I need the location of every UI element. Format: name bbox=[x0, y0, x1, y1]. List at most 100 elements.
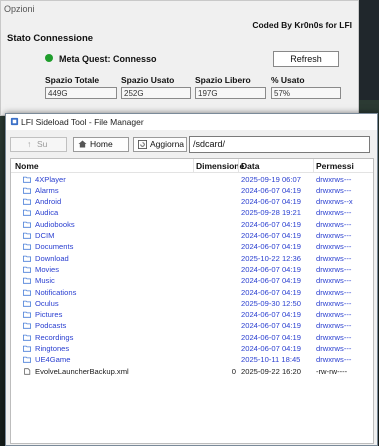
list-item[interactable]: Pictures 2024-06-07 04:19 drwxrws--- bbox=[11, 309, 373, 320]
folder-icon bbox=[23, 277, 31, 284]
options-window: Opzioni Coded By Kr0n0s for LFI Stato Co… bbox=[0, 0, 359, 116]
item-name: Music bbox=[35, 276, 55, 286]
item-date: 2024-06-07 04:19 bbox=[241, 287, 301, 297]
item-permissions: drwxrws--- bbox=[316, 344, 352, 353]
arrow-up-icon: ↑ bbox=[27, 139, 32, 149]
stat-total-space: Spazio Totale 449G bbox=[45, 75, 117, 99]
stat-used-space: Spazio Usato 252G bbox=[121, 75, 191, 99]
item-permissions: drwxrws--- bbox=[316, 276, 352, 286]
item-date: 2024-06-07 04:19 bbox=[241, 242, 301, 252]
up-button[interactable]: ↑ Su bbox=[10, 137, 67, 152]
folder-icon bbox=[23, 311, 31, 318]
list-item[interactable]: Audiobooks 2024-06-07 04:19 drwxrws--- bbox=[11, 219, 373, 230]
list-item[interactable]: DCIM 2024-06-07 04:19 drwxrws--- bbox=[11, 230, 373, 241]
file-list[interactable]: Nome Dimensione Data Permessi 4XPlayer 20… bbox=[10, 158, 374, 444]
status-indicator-icon bbox=[45, 54, 53, 62]
item-permissions: drwxrws--- bbox=[316, 298, 352, 308]
item-date: 2024-06-07 04:19 bbox=[241, 197, 301, 207]
column-header-name[interactable]: Nome bbox=[15, 161, 39, 171]
path-input[interactable]: /sdcard/ bbox=[189, 136, 370, 153]
item-name: Audica bbox=[35, 208, 59, 218]
item-name: Notifications bbox=[35, 287, 77, 297]
folder-icon bbox=[23, 345, 31, 352]
folder-icon bbox=[23, 210, 31, 217]
item-name: Pictures bbox=[35, 310, 63, 320]
folder-icon bbox=[23, 266, 31, 273]
item-permissions: drwxrws--- bbox=[316, 321, 352, 331]
column-header-date[interactable]: Data bbox=[241, 161, 259, 171]
item-name: EvolveLauncherBackup.xml bbox=[35, 366, 129, 376]
item-name: Audiobooks bbox=[35, 219, 75, 229]
window-title: LFI Sideload Tool - File Manager bbox=[21, 117, 144, 127]
item-permissions: drwxrws--- bbox=[316, 231, 352, 240]
list-item[interactable]: Movies 2024-06-07 04:19 drwxrws--- bbox=[11, 264, 373, 275]
file-manager-window: LFI Sideload Tool - File Manager ↑ Su Ho… bbox=[5, 113, 378, 446]
list-item[interactable]: Music 2024-06-07 04:19 drwxrws--- bbox=[11, 275, 373, 286]
item-permissions: drwxrws--- bbox=[316, 332, 352, 342]
item-permissions: drwxrws--- bbox=[316, 242, 352, 252]
item-permissions: drwxrws--- bbox=[316, 174, 352, 184]
item-name: Documents bbox=[35, 242, 74, 252]
folder-icon bbox=[23, 187, 31, 194]
list-item[interactable]: 4XPlayer 2025-09-19 06:07 drwxrws--- bbox=[11, 174, 373, 185]
folder-icon bbox=[23, 334, 31, 341]
list-item[interactable]: Oculus 2025-09-30 12:50 drwxrws--- bbox=[11, 298, 373, 309]
item-name: Alarms bbox=[35, 185, 59, 195]
item-name: Download bbox=[35, 253, 69, 263]
folder-icon bbox=[23, 255, 31, 262]
item-date: 2025-09-22 16:20 bbox=[241, 366, 301, 376]
item-permissions: drwxrws--x bbox=[316, 197, 353, 207]
list-item[interactable]: Documents 2024-06-07 04:19 drwxrws--- bbox=[11, 241, 373, 252]
list-item[interactable]: Download 2025-10-22 12:36 drwxrws--- bbox=[11, 253, 373, 264]
home-button[interactable]: Home bbox=[73, 137, 129, 152]
title-bar[interactable]: LFI Sideload Tool - File Manager bbox=[6, 114, 377, 130]
list-item[interactable]: Podcasts 2024-06-07 04:19 drwxrws--- bbox=[11, 320, 373, 331]
stat-value: 57% bbox=[271, 87, 341, 99]
item-date: 2025-09-30 12:50 bbox=[241, 298, 301, 308]
stat-value: 449G bbox=[45, 87, 117, 99]
folder-icon bbox=[23, 176, 31, 183]
up-button-label: Su bbox=[37, 139, 48, 149]
item-date: 2024-06-07 04:19 bbox=[241, 185, 301, 195]
list-item[interactable]: Recordings 2024-06-07 04:19 drwxrws--- bbox=[11, 332, 373, 343]
item-date: 2024-06-07 04:19 bbox=[241, 219, 301, 229]
column-header-permissions[interactable]: Permessi bbox=[316, 161, 354, 171]
list-item[interactable]: Audica 2025-09-28 19:21 drwxrws--- bbox=[11, 207, 373, 218]
list-item[interactable]: UE4Game 2025-10-11 18:45 drwxrws--- bbox=[11, 354, 373, 365]
home-icon bbox=[78, 140, 87, 148]
item-name: Oculus bbox=[35, 298, 59, 308]
stat-free-space: Spazio Libero 197G bbox=[195, 75, 266, 99]
app-icon bbox=[10, 117, 19, 126]
item-date: 2024-06-07 04:19 bbox=[241, 344, 301, 353]
column-header-size[interactable]: Dimensione bbox=[196, 161, 244, 171]
list-item[interactable]: Notifications 2024-06-07 04:19 drwxrws--- bbox=[11, 287, 373, 298]
item-name: 4XPlayer bbox=[35, 174, 66, 184]
item-name: Android bbox=[35, 197, 62, 207]
options-window-title: Opzioni bbox=[4, 4, 35, 14]
item-name: Ringtones bbox=[35, 344, 70, 353]
folder-icon bbox=[23, 198, 31, 205]
item-date: 2024-06-07 04:19 bbox=[241, 310, 301, 320]
refresh-list-button[interactable]: Aggiorna bbox=[133, 137, 187, 152]
list-item[interactable]: Alarms 2024-06-07 04:19 drwxrws--- bbox=[11, 185, 373, 196]
item-permissions: drwxrws--- bbox=[316, 287, 352, 297]
item-date: 2024-06-07 04:19 bbox=[241, 321, 301, 331]
column-divider bbox=[313, 159, 314, 172]
item-permissions: drwxrws--- bbox=[316, 264, 352, 274]
stat-percent-used: % Usato 57% bbox=[271, 75, 341, 99]
refresh-icon bbox=[138, 140, 147, 149]
list-item[interactable]: Android 2024-06-07 04:19 drwxrws--x bbox=[11, 196, 373, 207]
folder-icon bbox=[23, 300, 31, 307]
list-item[interactable]: EvolveLauncherBackup.xml 0 2025-09-22 16:2… bbox=[11, 366, 373, 377]
stat-value: 197G bbox=[195, 87, 266, 99]
item-permissions: drwxrws--- bbox=[316, 185, 352, 195]
item-permissions: drwxrws--- bbox=[316, 355, 352, 365]
item-name: Recordings bbox=[35, 332, 74, 342]
stat-label: Spazio Usato bbox=[121, 75, 175, 85]
refresh-button[interactable]: Refresh bbox=[273, 51, 339, 67]
folder-icon bbox=[23, 323, 31, 330]
item-permissions: drwxrws--- bbox=[316, 208, 352, 218]
item-name: Podcasts bbox=[35, 321, 67, 331]
stat-label: Spazio Totale bbox=[45, 75, 100, 85]
list-item[interactable]: Ringtones 2024-06-07 04:19 drwxrws--- bbox=[11, 343, 373, 354]
